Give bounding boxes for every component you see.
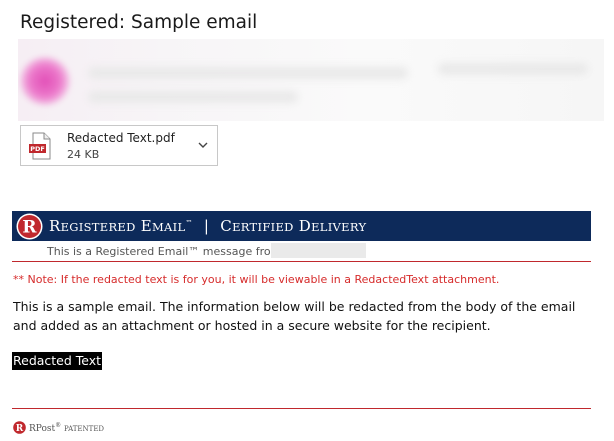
pdf-file-icon: PDF [29, 132, 51, 160]
banner-subtitle: This is a Registered Email™ message from [47, 245, 282, 258]
rpost-logo-icon: R [16, 213, 43, 240]
attachment-card[interactable]: PDF Redacted Text.pdf 24 KB [20, 125, 218, 166]
registered-email-banner: R Registered Email™ | Certified Delivery [12, 211, 591, 241]
sender-date-blur [438, 63, 588, 75]
email-subject: Registered: Sample email [20, 12, 258, 33]
svg-text:R: R [16, 424, 24, 434]
attachment-size: 24 KB [67, 148, 100, 161]
sender-details-blur [88, 91, 298, 103]
banner-title: Registered Email™ | Certified Delivery [49, 217, 367, 235]
chevron-down-icon[interactable] [196, 138, 210, 152]
redacted-text-block: Redacted Text [12, 352, 103, 370]
svg-text:R: R [22, 218, 37, 238]
header-divider [12, 261, 591, 262]
pdf-type-label: PDF [30, 145, 45, 153]
attachment-filename: Redacted Text.pdf [67, 131, 175, 145]
sender-address-redacted [271, 243, 366, 258]
sender-avatar [20, 57, 70, 105]
email-body-paragraph: This is a sample email. The information … [13, 299, 576, 333]
sender-header-redacted [18, 39, 604, 121]
footer-divider [12, 408, 591, 409]
rpost-footer-logo-icon: R [13, 421, 26, 434]
sender-name-blur [88, 67, 408, 79]
email-view: Registered: Sample email PDF Redacted Te… [0, 0, 614, 441]
footer-patent-label: RPost® Patented [29, 422, 105, 434]
redaction-note: ** Note: If the redacted text is for you… [13, 273, 500, 286]
